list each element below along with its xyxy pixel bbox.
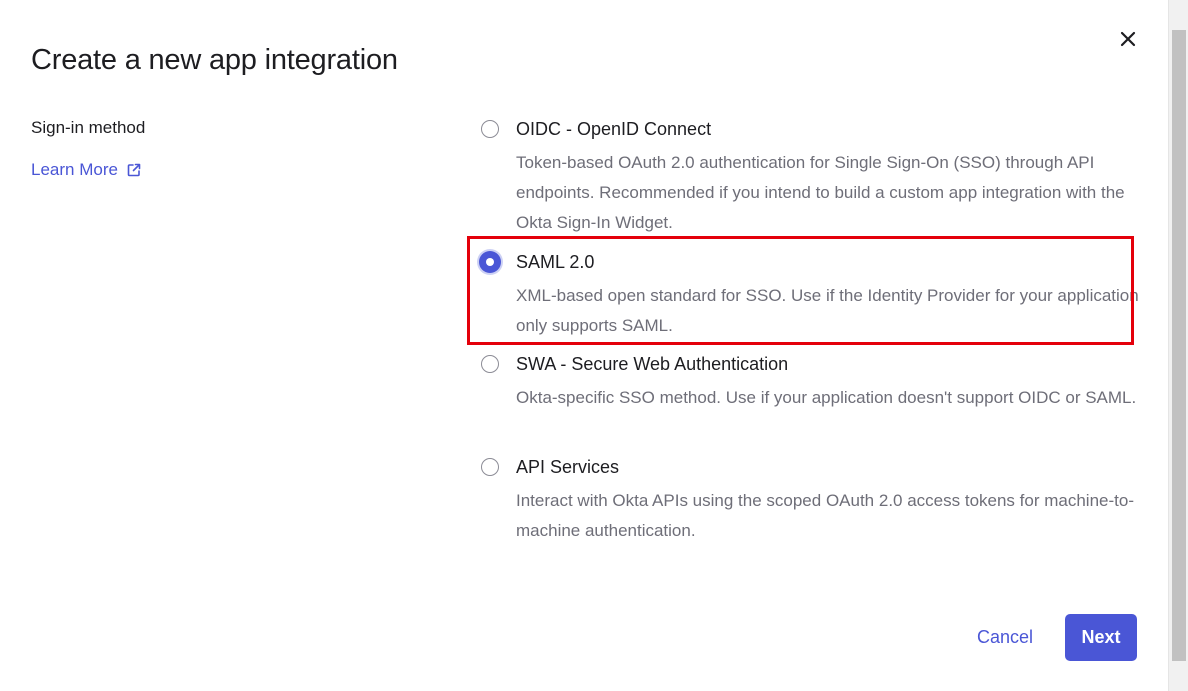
option-saml-label[interactable]: SAML 2.0 <box>516 252 594 273</box>
app-integration-dialog: Create a new app integration Sign-in met… <box>0 0 1188 691</box>
option-oidc-label[interactable]: OIDC - OpenID Connect <box>516 119 711 140</box>
cancel-button[interactable]: Cancel <box>960 614 1050 661</box>
radio-oidc[interactable] <box>481 120 499 138</box>
radio-swa[interactable] <box>481 355 499 373</box>
radio-api-services[interactable] <box>481 458 499 476</box>
sign-in-method-label: Sign-in method <box>31 118 146 137</box>
option-api-services-label[interactable]: API Services <box>516 457 619 478</box>
option-swa-label[interactable]: SWA - Secure Web Authentication <box>516 354 788 375</box>
close-button[interactable] <box>1114 25 1142 53</box>
learn-more-label: Learn More <box>31 160 118 179</box>
option-api-services-description: Interact with Okta APIs using the scoped… <box>516 491 1134 540</box>
option-oidc-description: Token-based OAuth 2.0 authentication for… <box>516 153 1125 232</box>
vertical-scrollbar[interactable] <box>1168 0 1188 691</box>
dialog-title: Create a new app integration <box>31 44 398 76</box>
external-link-icon <box>127 163 141 177</box>
scrollbar-thumb[interactable] <box>1172 30 1186 661</box>
option-saml-description: XML-based open standard for SSO. Use if … <box>516 286 1139 335</box>
option-swa-description: Okta-specific SSO method. Use if your ap… <box>516 388 1137 407</box>
radio-saml[interactable] <box>479 251 501 273</box>
learn-more-link[interactable]: Learn More <box>31 160 142 180</box>
next-button[interactable]: Next <box>1065 614 1137 661</box>
close-icon <box>1120 31 1136 47</box>
